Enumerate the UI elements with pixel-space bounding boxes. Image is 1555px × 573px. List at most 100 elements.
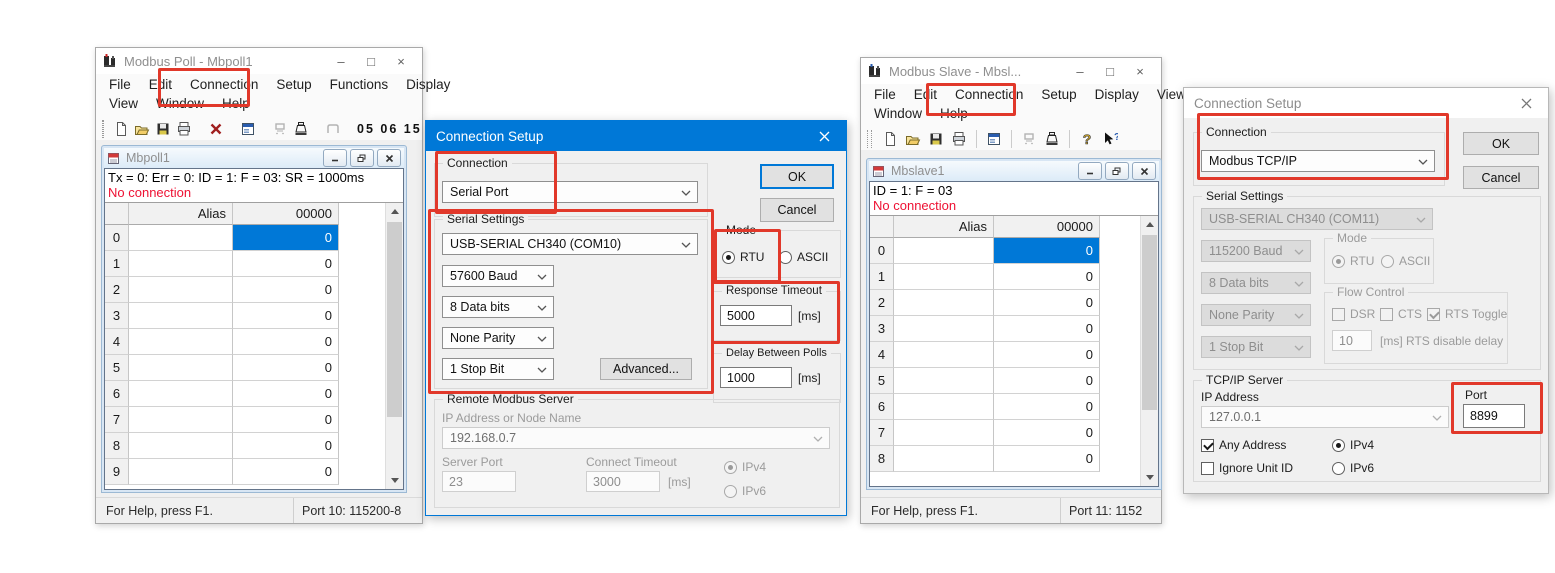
scroll-up-icon[interactable]	[1141, 216, 1158, 233]
value-cell[interactable]: 0	[233, 329, 339, 355]
table-row[interactable]: 5 0	[870, 368, 1158, 394]
value-cell[interactable]: 0	[994, 316, 1100, 342]
row-number-cell[interactable]: 2	[105, 277, 129, 303]
display-setup-icon[interactable]	[985, 130, 1003, 147]
value-cell[interactable]: 0	[233, 225, 339, 251]
doc-close-icon[interactable]	[377, 149, 401, 167]
table-row[interactable]: 3 0	[870, 316, 1158, 342]
menu-item[interactable]: File	[865, 85, 905, 104]
table-row[interactable]: 6 0	[870, 394, 1158, 420]
vertical-scrollbar[interactable]	[1140, 216, 1158, 486]
table-row[interactable]: 7 0	[870, 420, 1158, 446]
alias-cell[interactable]	[129, 355, 233, 381]
save-icon[interactable]	[155, 120, 171, 137]
alias-cell[interactable]	[129, 303, 233, 329]
table-row[interactable]: 9 0	[105, 459, 403, 485]
doc-minimize-icon[interactable]	[323, 149, 347, 167]
row-number-cell[interactable]: 5	[105, 355, 129, 381]
context-help-icon[interactable]: ?	[1101, 130, 1119, 147]
new-file-icon[interactable]	[881, 130, 899, 147]
cancel-button[interactable]: Cancel	[1463, 166, 1539, 189]
alias-cell[interactable]	[129, 433, 233, 459]
row-number-cell[interactable]: 2	[870, 290, 894, 316]
menu-item[interactable]: Setup	[267, 75, 320, 94]
scrollbar-thumb[interactable]	[1142, 235, 1157, 410]
row-number-cell[interactable]: 1	[105, 251, 129, 277]
table-row[interactable]: 4 0	[870, 342, 1158, 368]
row-number-cell[interactable]: 8	[105, 433, 129, 459]
row-number-cell[interactable]: 5	[870, 368, 894, 394]
close-icon[interactable]: ×	[386, 50, 416, 72]
table-row[interactable]: 2 0	[870, 290, 1158, 316]
menu-item[interactable]: File	[100, 75, 140, 94]
value-cell[interactable]: 0	[233, 459, 339, 485]
slave-device-icon[interactable]	[1043, 130, 1061, 147]
scroll-down-icon[interactable]	[386, 472, 403, 489]
row-number-cell[interactable]: 0	[870, 238, 894, 264]
delay-between-polls-input[interactable]: 1000	[720, 367, 792, 388]
row-number-cell[interactable]: 7	[870, 420, 894, 446]
maximize-icon[interactable]: □	[1095, 60, 1125, 82]
value-cell[interactable]: 0	[994, 264, 1100, 290]
value-cell[interactable]: 0	[994, 342, 1100, 368]
alias-cell[interactable]	[129, 225, 233, 251]
cancel-button[interactable]: Cancel	[760, 198, 834, 222]
new-file-icon[interactable]	[113, 120, 129, 137]
scroll-down-icon[interactable]	[1141, 469, 1158, 486]
table-row[interactable]: 6 0	[105, 381, 403, 407]
alias-cell[interactable]	[894, 394, 994, 420]
doc-restore-icon[interactable]	[1105, 162, 1129, 180]
ok-button[interactable]: OK	[1463, 132, 1539, 155]
dialog-close-icon[interactable]	[802, 121, 846, 151]
alias-cell[interactable]	[129, 329, 233, 355]
row-number-cell[interactable]: 6	[105, 381, 129, 407]
alias-cell[interactable]	[129, 459, 233, 485]
print-icon[interactable]	[176, 120, 192, 137]
alias-cell[interactable]	[129, 277, 233, 303]
alias-cell[interactable]	[894, 368, 994, 394]
row-number-cell[interactable]: 9	[105, 459, 129, 485]
help-icon[interactable]: ?	[1078, 130, 1096, 147]
maximize-icon[interactable]: □	[356, 50, 386, 72]
scroll-up-icon[interactable]	[386, 203, 403, 220]
print-icon[interactable]	[950, 130, 968, 147]
alias-cell[interactable]	[894, 342, 994, 368]
alias-cell[interactable]	[894, 446, 994, 472]
table-row[interactable]: 0 0	[870, 238, 1158, 264]
poll-device-icon[interactable]	[293, 120, 309, 137]
vertical-scrollbar[interactable]	[385, 203, 403, 489]
row-number-cell[interactable]: 4	[870, 342, 894, 368]
open-file-icon[interactable]	[904, 130, 922, 147]
table-row[interactable]: 8 0	[105, 433, 403, 459]
ipv6-radio[interactable]	[1332, 462, 1345, 475]
alias-cell[interactable]	[129, 381, 233, 407]
doc-restore-icon[interactable]	[350, 149, 374, 167]
menu-item[interactable]: Functions	[321, 75, 398, 94]
alias-cell[interactable]	[894, 290, 994, 316]
dialog-close-icon[interactable]	[1504, 88, 1548, 118]
open-file-icon[interactable]	[134, 120, 150, 137]
row-number-cell[interactable]: 3	[105, 303, 129, 329]
menu-item[interactable]: View	[100, 94, 147, 113]
table-row[interactable]: 1 0	[105, 251, 403, 277]
row-number-cell[interactable]: 3	[870, 316, 894, 342]
delete-icon[interactable]	[208, 120, 224, 137]
table-row[interactable]: 7 0	[105, 407, 403, 433]
value-cell[interactable]: 0	[233, 381, 339, 407]
row-number-cell[interactable]: 7	[105, 407, 129, 433]
value-cell[interactable]: 0	[994, 238, 1100, 264]
alias-cell[interactable]	[129, 407, 233, 433]
close-icon[interactable]: ×	[1125, 60, 1155, 82]
value-cell[interactable]: 0	[994, 394, 1100, 420]
row-number-cell[interactable]: 0	[105, 225, 129, 251]
value-cell[interactable]: 0	[994, 368, 1100, 394]
value-cell[interactable]: 0	[233, 355, 339, 381]
ignore-unit-id-checkbox[interactable]	[1201, 462, 1214, 475]
menu-item[interactable]: Display	[1086, 85, 1148, 104]
menu-item[interactable]: Display	[397, 75, 459, 94]
value-cell[interactable]: 0	[233, 251, 339, 277]
alias-cell[interactable]	[894, 420, 994, 446]
alias-cell[interactable]	[894, 238, 994, 264]
row-number-cell[interactable]: 8	[870, 446, 894, 472]
doc-close-icon[interactable]	[1132, 162, 1156, 180]
